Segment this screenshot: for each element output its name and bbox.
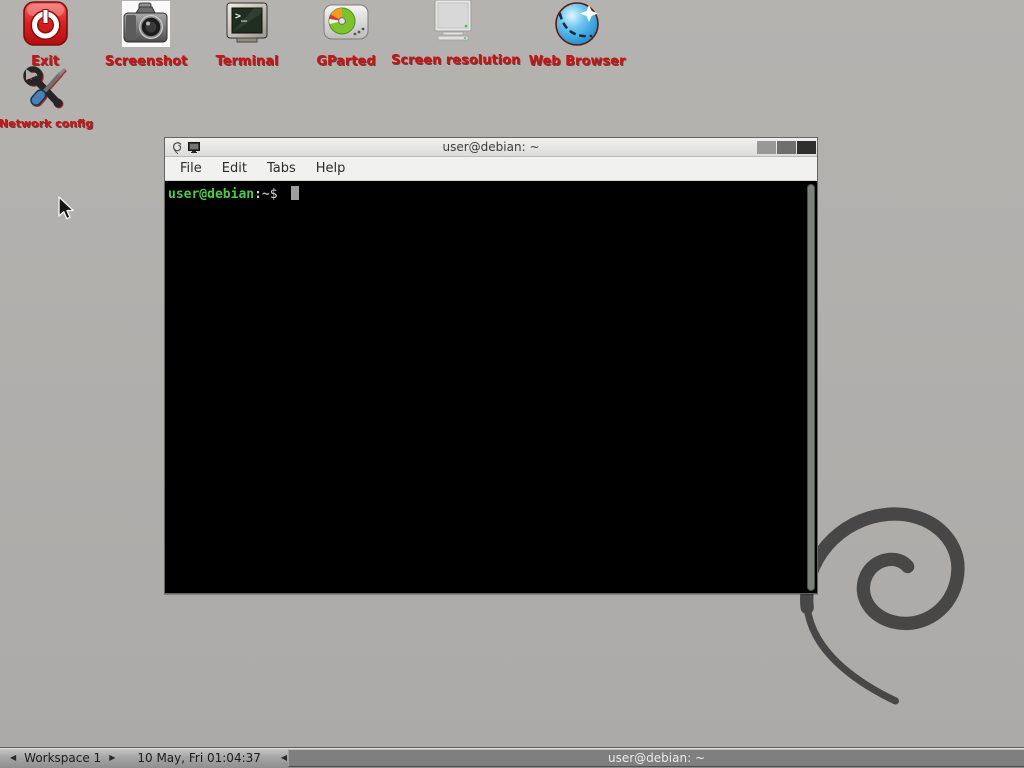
- workspace-prev-icon[interactable]: ◀: [8, 752, 18, 764]
- terminal-scrollbar[interactable]: [806, 184, 816, 591]
- taskbar: ◀ Workspace 1 ▶ 10 May, Fri 01:04:37 ◀ ▶…: [0, 747, 1024, 768]
- window-title: user@debian: ~: [165, 140, 817, 154]
- disk-partition-icon: [284, 1, 408, 49]
- menu-file[interactable]: File: [170, 159, 212, 178]
- desktop-icon-gparted[interactable]: GParted: [284, 1, 408, 69]
- maximize-button[interactable]: [777, 141, 796, 154]
- desktop-icon-web-browser[interactable]: Web Browser: [515, 1, 639, 69]
- scrollbar-thumb[interactable]: [807, 184, 815, 591]
- shell-prompt: user@debian:~$: [168, 186, 299, 202]
- globe-icon: [515, 1, 639, 49]
- prompt-path: ~: [262, 187, 270, 202]
- icon-label: Screen resolution: [391, 53, 515, 68]
- close-button[interactable]: [797, 141, 816, 154]
- terminal-cursor: [291, 186, 299, 200]
- terminal-window: user@debian: ~ File Edit Tabs Help user@…: [164, 137, 818, 594]
- taskbar-clock: 10 May, Fri 01:04:37: [137, 751, 261, 765]
- menu-edit[interactable]: Edit: [212, 159, 257, 178]
- prompt-user-host: user@debian: [168, 187, 254, 202]
- icon-label: Network config: [0, 117, 108, 130]
- mouse-cursor: [57, 196, 77, 226]
- menu-bar: File Edit Tabs Help: [165, 157, 817, 181]
- crossed-tools-icon: [0, 66, 108, 112]
- debian-swirl-icon: [171, 141, 183, 154]
- workspace-next-icon[interactable]: ▶: [107, 752, 117, 764]
- minimize-button[interactable]: [757, 141, 776, 154]
- workspace-label[interactable]: Workspace 1: [24, 751, 101, 765]
- taskbar-task-button[interactable]: user@debian: ~: [288, 749, 1024, 767]
- icon-label: Web Browser: [515, 54, 639, 69]
- desktop-icon-screen-resolution[interactable]: Screen resolution: [391, 0, 515, 68]
- prompt-symbol: $: [270, 187, 286, 202]
- prompt-separator: :: [254, 187, 262, 202]
- menu-help[interactable]: Help: [306, 159, 356, 178]
- terminal-output-area[interactable]: user@debian:~$: [165, 182, 817, 593]
- desktop-icon-network-config[interactable]: Network config: [0, 66, 108, 130]
- task-button-label: user@debian: ~: [608, 751, 705, 765]
- icon-label: GParted: [284, 54, 408, 69]
- window-titlebar[interactable]: user@debian: ~: [165, 138, 817, 157]
- debian-swirl-watermark: [795, 505, 965, 709]
- monitor-icon: [391, 0, 515, 48]
- terminal-app-icon: [188, 142, 200, 153]
- menu-tabs[interactable]: Tabs: [257, 159, 306, 178]
